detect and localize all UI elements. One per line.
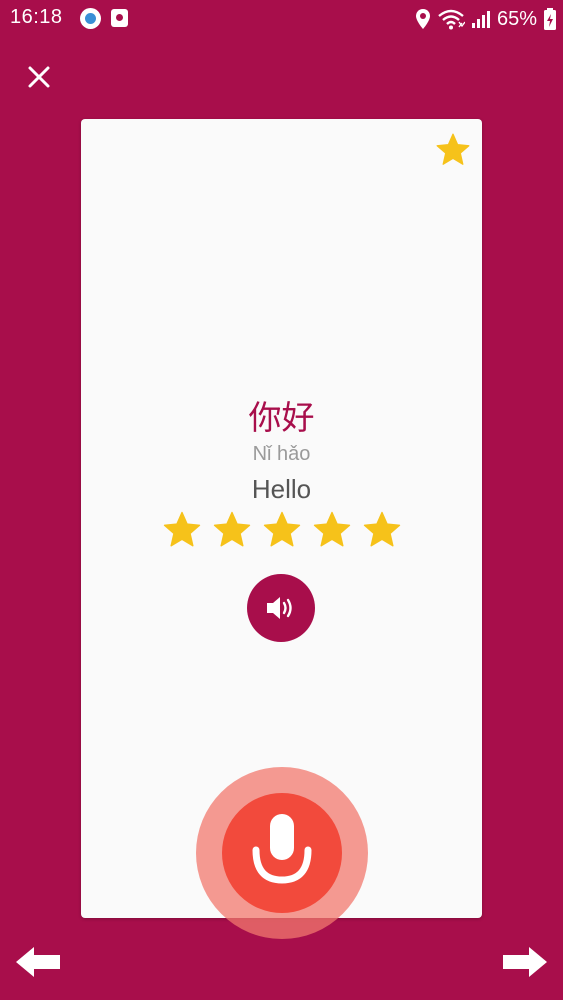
arrow-left-icon — [16, 947, 60, 977]
app-notification-icon-2 — [111, 9, 128, 27]
rating-star-icon — [213, 511, 250, 547]
next-button[interactable] — [501, 944, 549, 980]
previous-button[interactable] — [14, 944, 62, 980]
close-button[interactable] — [22, 60, 56, 94]
status-icons: 65% — [415, 4, 557, 34]
location-icon — [415, 9, 430, 29]
close-icon — [28, 66, 50, 88]
chinese-word: 你好 — [248, 398, 315, 437]
favorite-button[interactable] — [434, 131, 472, 169]
battery-charging-icon — [544, 8, 556, 30]
status-time: 16:18 — [10, 6, 63, 28]
wifi-icon — [438, 9, 465, 30]
arrow-right-icon — [503, 947, 547, 977]
speaker-icon — [267, 597, 292, 619]
battery-percentage: 65% — [496, 7, 537, 30]
rating-star-icon — [263, 511, 300, 547]
signal-icon — [471, 11, 490, 28]
record-button-core — [222, 793, 342, 913]
play-audio-button[interactable] — [247, 574, 315, 642]
status-bar: 16:18 65% — [0, 0, 563, 38]
star-rating — [81, 509, 482, 551]
star-icon — [436, 133, 470, 165]
rating-star-icon — [163, 511, 200, 547]
record-button[interactable] — [196, 767, 368, 939]
rating-star-icon — [363, 511, 400, 547]
app-notification-icon — [80, 8, 101, 29]
microphone-icon — [252, 814, 312, 884]
rating-star-icon — [313, 511, 350, 547]
translation-text: Hello — [251, 474, 312, 504]
pinyin-text: Nǐ hǎo — [252, 443, 311, 465]
